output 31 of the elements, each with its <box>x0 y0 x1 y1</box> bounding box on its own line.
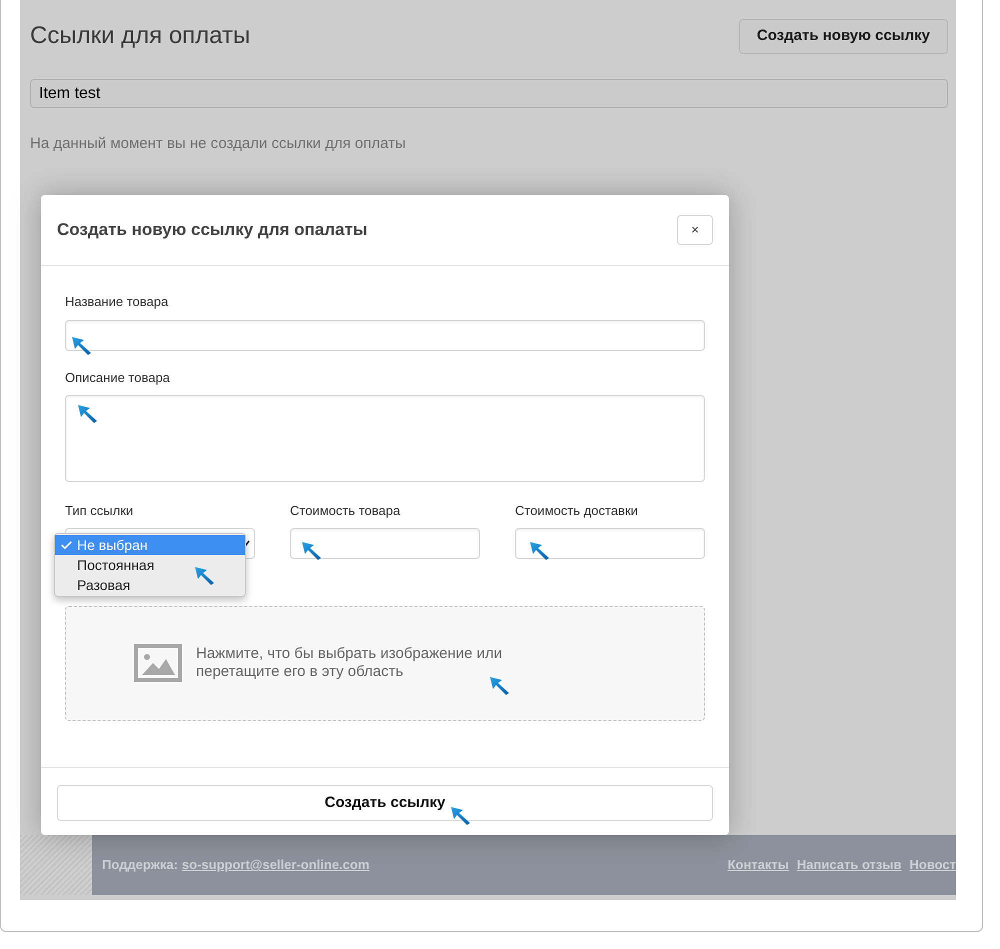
dropdown-option[interactable]: Постоянная <box>55 555 245 575</box>
field-label: Тип ссылки <box>65 502 134 520</box>
input-field[interactable] <box>65 395 705 482</box>
cursor-arrow-icon <box>71 336 93 356</box>
dropzone-text: Нажмите, что бы выбрать изображение или перетащите его в эту область <box>196 645 504 681</box>
field-label: Стоимость товара <box>290 502 402 520</box>
support-label: Поддержка: <box>102 856 178 874</box>
image-icon <box>134 644 182 682</box>
input-field[interactable] <box>65 320 705 350</box>
submit-button[interactable]: Создать ссылку <box>57 785 713 821</box>
field-label: Описание товара <box>65 368 171 387</box>
input-field[interactable] <box>290 528 480 558</box>
empty-message: На данный момент вы не создали ссылки для оплаты <box>30 134 407 154</box>
field-label: Название товара <box>65 293 170 311</box>
create-link-button[interactable]: Создать новую ссылку <box>738 18 948 54</box>
cursor-arrow-icon <box>77 404 99 424</box>
page-title: Ссылки для оплаты <box>30 21 250 51</box>
cursor-arrow-icon <box>301 541 323 561</box>
cursor-arrow-icon <box>450 806 472 826</box>
search-field[interactable]: Item test <box>30 79 948 108</box>
image-dropzone[interactable]: Нажмите, что бы выбрать изображение или перетащите его в эту область <box>65 606 705 720</box>
close-button[interactable]: × <box>677 215 713 245</box>
input-field[interactable] <box>515 528 705 558</box>
check-icon <box>60 538 72 552</box>
cursor-arrow-icon <box>194 566 216 586</box>
cursor-arrow-icon <box>529 541 551 561</box>
cursor-arrow-icon <box>489 676 511 696</box>
modal-title: Создать новую ссылку для опалаты <box>57 219 368 242</box>
field-label: Стоимость доставки <box>515 502 639 520</box>
dropdown-option[interactable]: Разовая <box>55 575 245 595</box>
hatched-panel <box>20 835 92 895</box>
